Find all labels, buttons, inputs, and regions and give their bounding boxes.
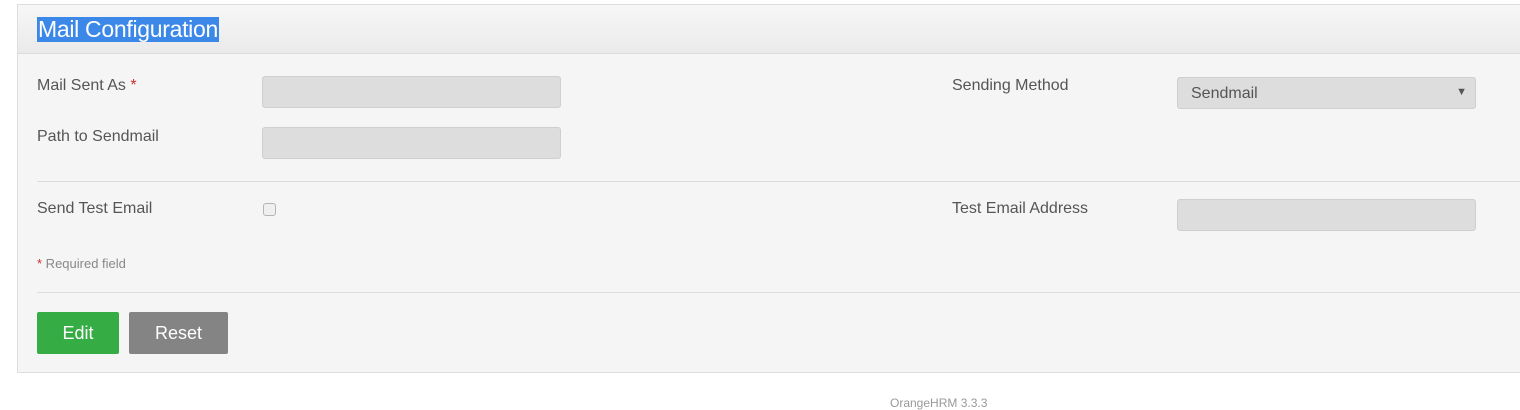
path-to-sendmail-label: Path to Sendmail [37,128,159,145]
required-field-note: * Required field [37,256,126,271]
mail-configuration-panel: Mail Configuration Mail Sent As * Sendin… [17,4,1520,373]
send-test-email-label: Send Test Email [37,200,153,217]
test-email-address-label: Test Email Address [952,200,1089,217]
send-test-email-checkbox[interactable] [263,203,276,216]
section-divider [37,181,1520,182]
edit-button[interactable]: Edit [37,312,119,354]
required-star: * [130,77,137,94]
footer-version: OrangeHRM 3.3.3 [890,396,988,410]
test-email-address-input[interactable] [1177,199,1476,231]
reset-button[interactable]: Reset [129,312,228,354]
sending-method-value: Sendmail [1191,85,1258,102]
mail-sent-as-input[interactable] [262,76,561,108]
actions-divider [37,292,1520,293]
page-title: Mail Configuration [37,16,219,42]
path-to-sendmail-input[interactable] [262,127,561,159]
chevron-down-icon: ▼ [1456,86,1467,98]
mail-sent-as-label-text: Mail Sent As [37,77,126,94]
panel-header: Mail Configuration [18,5,1520,54]
mail-sent-as-label: Mail Sent As * [37,77,137,95]
sending-method-label: Sending Method [952,77,1069,94]
required-note-text: Required field [42,256,126,271]
sending-method-select[interactable]: Sendmail ▼ [1177,77,1476,109]
